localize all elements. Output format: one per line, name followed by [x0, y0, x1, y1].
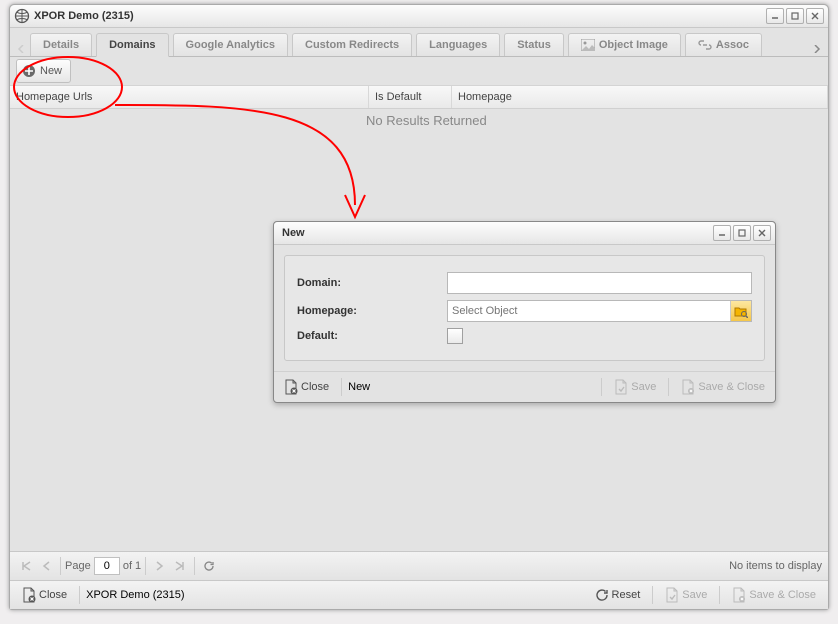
column-homepage[interactable]: Homepage: [452, 86, 828, 108]
window-title: XPOR Demo (2315): [34, 10, 764, 22]
pager-of-label: of 1: [123, 560, 141, 572]
pager-prev[interactable]: [38, 558, 54, 574]
tab-domains[interactable]: Domains: [96, 33, 168, 57]
domain-input[interactable]: [447, 272, 752, 294]
maximize-button[interactable]: [786, 8, 804, 24]
footer-save-button[interactable]: Save: [659, 584, 713, 606]
homepage-picker-button[interactable]: [730, 301, 751, 321]
footer-breadcrumb: XPOR Demo (2315): [86, 589, 184, 601]
document-save-icon: [614, 379, 628, 395]
folder-search-icon: [734, 304, 748, 318]
dialog-footer: Close New Save Save & Close: [274, 371, 775, 402]
new-button[interactable]: New: [16, 59, 71, 83]
minimize-button[interactable]: [766, 8, 784, 24]
no-results-text: No Results Returned: [366, 113, 487, 128]
pager-last[interactable]: [172, 558, 188, 574]
dialog-mode-label: New: [348, 381, 370, 393]
main-titlebar: XPOR Demo (2315): [10, 5, 828, 28]
document-close-icon: [22, 587, 36, 603]
pager-page-label: Page: [65, 560, 91, 572]
pager-first[interactable]: [18, 558, 34, 574]
dialog-maximize-button[interactable]: [733, 225, 751, 241]
default-checkbox[interactable]: [447, 328, 463, 344]
pager-next[interactable]: [152, 558, 168, 574]
tab-details[interactable]: Details: [30, 33, 92, 56]
globe-icon: [14, 8, 30, 24]
document-save-close-icon: [732, 587, 746, 603]
document-save-close-icon: [681, 379, 695, 395]
tab-associations[interactable]: Assoc: [685, 33, 762, 56]
domain-label: Domain:: [297, 277, 447, 289]
dialog-title: New: [278, 227, 711, 239]
refresh-icon: [595, 588, 609, 602]
tab-status[interactable]: Status: [504, 33, 564, 56]
document-save-icon: [665, 587, 679, 603]
grid-header: Homepage Urls Is Default Homepage: [10, 86, 828, 109]
dialog-save-close-button[interactable]: Save & Close: [675, 376, 771, 398]
homepage-input[interactable]: [448, 301, 730, 321]
default-label: Default:: [297, 330, 447, 342]
document-close-icon: [284, 379, 298, 395]
tab-custom-redirects[interactable]: Custom Redirects: [292, 33, 412, 56]
homepage-label: Homepage:: [297, 305, 447, 317]
tab-languages[interactable]: Languages: [416, 33, 500, 56]
dialog-close-button[interactable]: [753, 225, 771, 241]
dialog-footer-close-button[interactable]: Close: [278, 376, 335, 398]
link-icon: [698, 40, 712, 50]
dialog-titlebar: New: [274, 222, 775, 245]
tab-bar: Details Domains Google Analytics Custom …: [10, 28, 828, 57]
pager: Page of 1 No items to display: [10, 551, 828, 580]
footer-reset-button[interactable]: Reset: [589, 584, 647, 606]
tab-object-image[interactable]: Object Image: [568, 33, 681, 56]
column-is-default[interactable]: Is Default: [369, 86, 452, 108]
footer-save-close-button[interactable]: Save & Close: [726, 584, 822, 606]
plus-circle-icon: [21, 63, 37, 79]
pager-status: No items to display: [729, 560, 822, 572]
dialog-minimize-button[interactable]: [713, 225, 731, 241]
main-window: XPOR Demo (2315) Details Domains Google …: [9, 4, 829, 610]
tab-scroll-right[interactable]: [810, 42, 824, 56]
pager-refresh[interactable]: [201, 558, 217, 574]
new-dialog: New Domain: Homepage:: [273, 221, 776, 403]
footer-close-button[interactable]: Close: [16, 584, 73, 606]
dialog-save-button[interactable]: Save: [608, 376, 662, 398]
tab-google-analytics[interactable]: Google Analytics: [173, 33, 288, 56]
dialog-form: Domain: Homepage: Default:: [284, 255, 765, 361]
column-homepage-urls[interactable]: Homepage Urls: [10, 86, 369, 108]
close-button[interactable]: [806, 8, 824, 24]
footer-bar: Close XPOR Demo (2315) Reset Save Save &…: [10, 580, 828, 609]
pager-page-input[interactable]: [94, 557, 120, 575]
tab-scroll-left[interactable]: [14, 42, 28, 56]
toolbar: New: [10, 57, 828, 86]
image-icon: [581, 39, 595, 51]
